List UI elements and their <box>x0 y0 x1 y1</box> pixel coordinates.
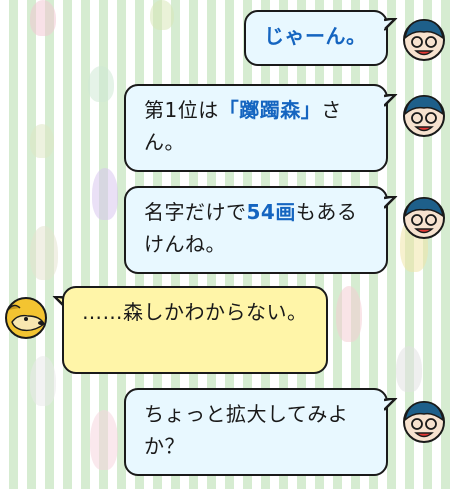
background-person <box>30 226 58 280</box>
message-text: ちょっと拡大してみよか？ <box>144 402 349 458</box>
background-person <box>396 346 422 392</box>
background-person <box>150 0 174 30</box>
background-person <box>30 0 56 36</box>
background-person <box>30 124 54 158</box>
dog-avatar-icon <box>5 297 47 339</box>
bubble-tail <box>384 196 398 209</box>
boy-avatar-icon <box>403 95 445 137</box>
message-text-highlight: じゃーん。 <box>264 24 367 48</box>
boy-avatar-icon <box>403 19 445 61</box>
message-bubble: ……森しかわからない。 <box>62 286 328 374</box>
message-text-highlight: 54画 <box>246 200 296 224</box>
bubble-tail <box>384 398 398 411</box>
message-bubble: ちょっと拡大してみよか？ <box>124 388 388 476</box>
message-text: ……森しかわからない。 <box>82 300 308 324</box>
background-person <box>88 66 114 102</box>
message-bubble: じゃーん。 <box>244 10 388 66</box>
message-bubble: 第1位は「躑躅森」さん。 <box>124 84 388 172</box>
message-text: 第1位は <box>144 98 219 122</box>
message-text: 名字だけで <box>144 200 247 224</box>
boy-avatar-icon <box>403 401 445 443</box>
background-person <box>90 410 118 470</box>
background-person <box>30 356 56 406</box>
boy-avatar-icon <box>403 197 445 239</box>
bubble-tail <box>384 94 398 107</box>
message-text-highlight: 「躑躅森」 <box>218 98 322 122</box>
message-bubble: 名字だけで54画もあるけんね。 <box>124 186 388 274</box>
bubble-tail <box>384 18 398 31</box>
background-person <box>92 168 118 220</box>
background-person <box>336 286 362 342</box>
